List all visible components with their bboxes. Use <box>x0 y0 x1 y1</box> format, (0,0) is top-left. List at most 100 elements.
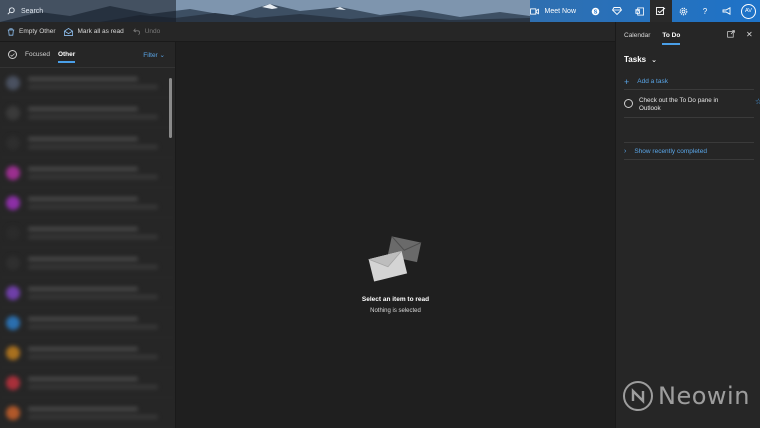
neowin-watermark: Neowin <box>623 381 750 411</box>
sender-avatar <box>6 345 20 360</box>
list-item[interactable] <box>0 308 175 338</box>
undo-icon <box>132 28 140 35</box>
empty-folder-label: Empty Other <box>19 28 56 35</box>
svg-text:W: W <box>635 9 639 13</box>
envelopes-illustration <box>368 236 422 282</box>
select-all-checkbox[interactable] <box>8 50 17 59</box>
filter-button[interactable]: Filter ⌄ <box>143 51 165 59</box>
close-icon[interactable]: ✕ <box>746 30 753 39</box>
sender-avatar <box>6 135 20 150</box>
message-snippet-blurred <box>28 114 159 119</box>
checkmark-icon <box>10 52 15 57</box>
list-item[interactable] <box>0 188 175 218</box>
message-list <box>0 68 175 428</box>
message-preview <box>28 346 175 359</box>
avatar[interactable]: AV <box>741 3 756 19</box>
message-subject-blurred <box>28 136 138 141</box>
message-subject-blurred <box>28 196 138 201</box>
sender-avatar <box>6 225 20 240</box>
task-title: Check out the To Do pane in Outlook <box>639 97 719 112</box>
neowin-logo-icon <box>623 381 653 411</box>
feedback-button[interactable] <box>716 0 738 22</box>
list-item[interactable] <box>0 368 175 398</box>
top-header: Search Meet Now S W ? AV <box>0 0 760 22</box>
message-subject-blurred <box>28 316 138 321</box>
search-icon <box>7 7 15 15</box>
list-item[interactable] <box>0 338 175 368</box>
show-recently-completed-button[interactable]: › Show recently completed <box>624 142 754 160</box>
list-item[interactable] <box>0 128 175 158</box>
watermark-text: Neowin <box>658 382 750 410</box>
message-preview <box>28 226 175 239</box>
help-button[interactable]: ? <box>694 0 716 22</box>
message-subject-blurred <box>28 286 138 291</box>
message-preview <box>28 406 175 419</box>
tab-focused[interactable]: Focused <box>25 51 50 58</box>
task-item[interactable]: Check out the To Do pane in Outlook ☆ <box>624 92 760 118</box>
empty-folder-button[interactable]: Empty Other <box>7 27 56 36</box>
sender-avatar <box>6 285 20 300</box>
meet-now-button[interactable]: Meet Now <box>524 8 584 15</box>
empty-state-subtitle: Nothing is selected <box>370 308 421 314</box>
list-item[interactable] <box>0 398 175 428</box>
task-complete-checkbox[interactable] <box>624 99 633 108</box>
todo-pane-button[interactable] <box>650 0 672 22</box>
tab-other[interactable]: Other <box>57 51 76 63</box>
sender-avatar <box>6 405 20 420</box>
list-item[interactable] <box>0 98 175 128</box>
popout-icon[interactable] <box>727 30 735 40</box>
premium-button[interactable] <box>606 0 628 22</box>
message-snippet-blurred <box>28 144 159 149</box>
message-snippet-blurred <box>28 264 159 269</box>
search-input[interactable]: Search <box>0 0 176 22</box>
list-item[interactable] <box>0 278 175 308</box>
message-list-scrollbar[interactable] <box>169 78 172 138</box>
message-preview <box>28 76 175 89</box>
message-snippet-blurred <box>28 324 159 329</box>
message-snippet-blurred <box>28 84 159 89</box>
list-item[interactable] <box>0 218 175 248</box>
plus-icon: + <box>624 76 630 87</box>
sender-avatar <box>6 75 20 90</box>
message-snippet-blurred <box>28 204 159 209</box>
message-subject-blurred <box>28 346 138 351</box>
chevron-right-icon: › <box>624 147 627 155</box>
task-list-name: Tasks <box>624 55 647 64</box>
list-item[interactable] <box>0 158 175 188</box>
skype-button[interactable]: S <box>584 0 606 22</box>
skype-icon: S <box>591 7 599 15</box>
svg-text:S: S <box>593 9 597 15</box>
sender-avatar <box>6 255 20 270</box>
undo-label: Undo <box>144 28 161 35</box>
trash-icon <box>7 27 15 36</box>
question-mark-icon: ? <box>702 6 708 16</box>
message-snippet-blurred <box>28 174 159 179</box>
todo-check-icon <box>656 6 666 15</box>
tab-todo[interactable]: To Do <box>662 32 680 45</box>
mark-all-read-label: Mark all as read <box>77 28 124 35</box>
filter-label: Filter <box>143 52 158 59</box>
message-preview <box>28 106 175 119</box>
message-snippet-blurred <box>28 384 159 389</box>
office-apps-button[interactable]: W <box>628 0 650 22</box>
task-list-title[interactable]: Tasks ⌄ <box>624 55 657 64</box>
undo-button[interactable]: Undo <box>132 28 161 36</box>
tab-calendar[interactable]: Calendar <box>624 32 650 39</box>
message-list-header: Focused Other Filter ⌄ <box>0 42 175 68</box>
mark-all-read-button[interactable]: Mark all as read <box>64 27 124 36</box>
add-task-label: Add a task <box>637 78 668 85</box>
reading-pane: Select an item to read Nothing is select… <box>177 42 614 428</box>
message-snippet-blurred <box>28 414 159 419</box>
settings-button[interactable] <box>672 0 694 22</box>
sender-avatar <box>6 315 20 330</box>
meet-now-label: Meet Now <box>544 7 576 15</box>
star-icon[interactable]: ☆ <box>755 97 760 106</box>
message-snippet-blurred <box>28 354 159 359</box>
list-item[interactable] <box>0 68 175 98</box>
list-item[interactable] <box>0 248 175 278</box>
message-preview <box>28 316 175 329</box>
message-subject-blurred <box>28 406 138 411</box>
add-task-button[interactable]: + Add a task <box>624 74 754 90</box>
message-preview <box>28 196 175 209</box>
todo-pane-tabs: Calendar To Do <box>616 22 760 48</box>
